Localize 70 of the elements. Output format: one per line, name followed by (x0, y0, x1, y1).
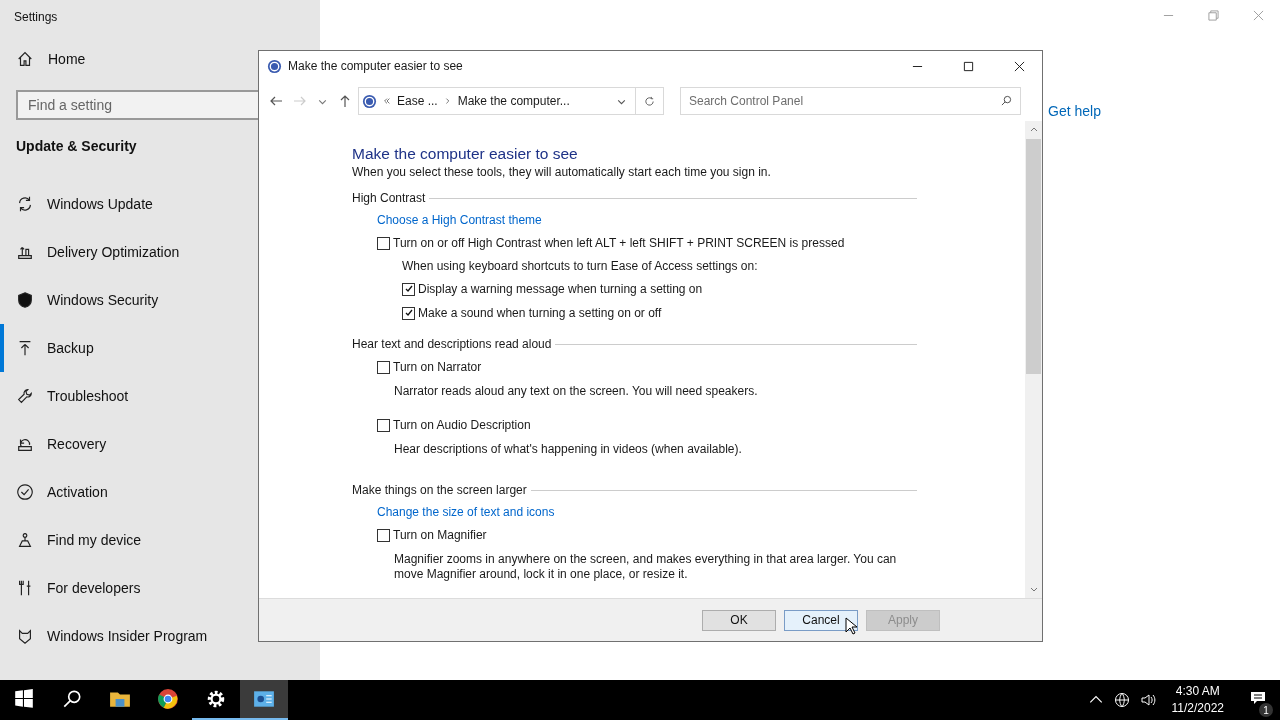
page-heading: Make the computer easier to see (352, 145, 579, 163)
scroll-up-icon[interactable] (1028, 125, 1039, 133)
settings-link[interactable]: Change the size of text and icons (377, 505, 917, 519)
check-icon (16, 483, 34, 501)
group-heading: Hear text and descriptions read aloud (352, 337, 552, 351)
up-arrow-icon[interactable] (338, 94, 352, 108)
intro-text: When you select these tools, they will automatically start each time you sign in. (352, 165, 772, 179)
search-icon (61, 688, 83, 710)
group-heading: Make things on the screen larger (352, 483, 527, 497)
notification-badge: 1 (1259, 703, 1273, 717)
checkbox[interactable] (377, 360, 390, 374)
section-heading: Update & Security (16, 138, 138, 154)
breadcrumb[interactable]: Make the computer... (457, 94, 570, 108)
back-arrow-icon[interactable] (269, 94, 283, 108)
sidebar-item[interactable]: For developers (0, 564, 320, 612)
dialog-button[interactable]: Cancel (784, 609, 858, 631)
shield-icon (16, 291, 34, 309)
panel-taskbar-button[interactable] (240, 680, 288, 720)
breadcrumb[interactable]: Ease ... (397, 94, 438, 108)
sidebar-item[interactable]: Find my device (0, 516, 320, 564)
browser-icon (157, 688, 179, 710)
checkbox[interactable] (377, 528, 390, 542)
sidebar-item[interactable]: Windows Update (0, 180, 320, 228)
sidebar-item[interactable]: Delivery Optimization (0, 228, 320, 276)
checkbox-label[interactable]: Turn on Magnifier (393, 528, 487, 542)
clock[interactable]: 4:30 AM 11/2/2022 (1171, 683, 1224, 717)
refresh-icon (644, 95, 655, 107)
settings-link[interactable]: Choose a High Contrast theme (377, 213, 917, 227)
checkbox[interactable] (402, 282, 415, 296)
sidebar-item[interactable]: Windows Security (0, 276, 320, 324)
notification-icon[interactable] (1250, 690, 1266, 706)
maximize-icon[interactable] (963, 60, 974, 72)
person-icon (16, 531, 34, 549)
speaker-icon[interactable] (1139, 692, 1156, 708)
hint-text: When using keyboard shortcuts to turn Ease of Access settings on: (402, 259, 759, 273)
checkbox[interactable] (377, 418, 390, 432)
checkbox-label[interactable]: Display a warning message when turning a setting on (418, 282, 703, 296)
control-panel-icon (253, 688, 275, 710)
checkbox-label[interactable]: Turn on Narrator (393, 360, 482, 374)
description-text: Narrator reads aloud any text on the screen. You will need speakers. (394, 384, 759, 399)
checkbox-label[interactable]: Turn on or off High Contrast when left ALT + left SHIFT + PRINT SCREEN is pressed (393, 236, 845, 250)
sidebar-item[interactable]: Recovery (0, 420, 320, 468)
mouse-cursor-icon (845, 617, 857, 635)
sidebar-item[interactable]: Activation (0, 468, 320, 516)
checkbox[interactable] (377, 236, 390, 250)
checkbox-label[interactable]: Turn on Audio Description (393, 418, 531, 432)
settings-icon (205, 688, 227, 710)
get-help-link[interactable]: Get help (1048, 103, 1101, 119)
dialog-button[interactable]: OK (702, 609, 776, 631)
windows-logo-icon (13, 688, 35, 710)
refresh-icon (16, 195, 34, 213)
scroll-thumb[interactable] (1026, 139, 1041, 374)
close-icon[interactable] (1014, 60, 1025, 72)
checkbox-label[interactable]: Make a sound when turning a setting on or off (418, 306, 662, 320)
window-title: Settings (14, 10, 59, 24)
double-chevron-icon (383, 97, 391, 105)
address-bar[interactable]: Ease ... Make the computer... (358, 87, 636, 115)
sidebar-item[interactable]: Windows Insider Program (0, 612, 320, 660)
dialog-title: Make the computer easier to see (288, 59, 463, 73)
chevron-right-icon (443, 97, 452, 105)
sidebar-item[interactable]: Troubleshoot (0, 372, 320, 420)
checkbox[interactable] (402, 306, 415, 320)
wrench-icon (16, 387, 34, 405)
description-text: Magnifier zooms in anywhere on the screen, and makes everything in that area larger. You can move Magnifier around, lock it in one place, or resize it. (394, 552, 898, 582)
search-icon (1001, 95, 1012, 106)
scrollbar[interactable] (1025, 121, 1042, 598)
description-text: Hear descriptions of what's happening in videos (when available). (394, 442, 743, 457)
group-heading: High Contrast (352, 191, 426, 205)
home-icon (16, 50, 34, 68)
scroll-down-icon[interactable] (1028, 586, 1039, 594)
